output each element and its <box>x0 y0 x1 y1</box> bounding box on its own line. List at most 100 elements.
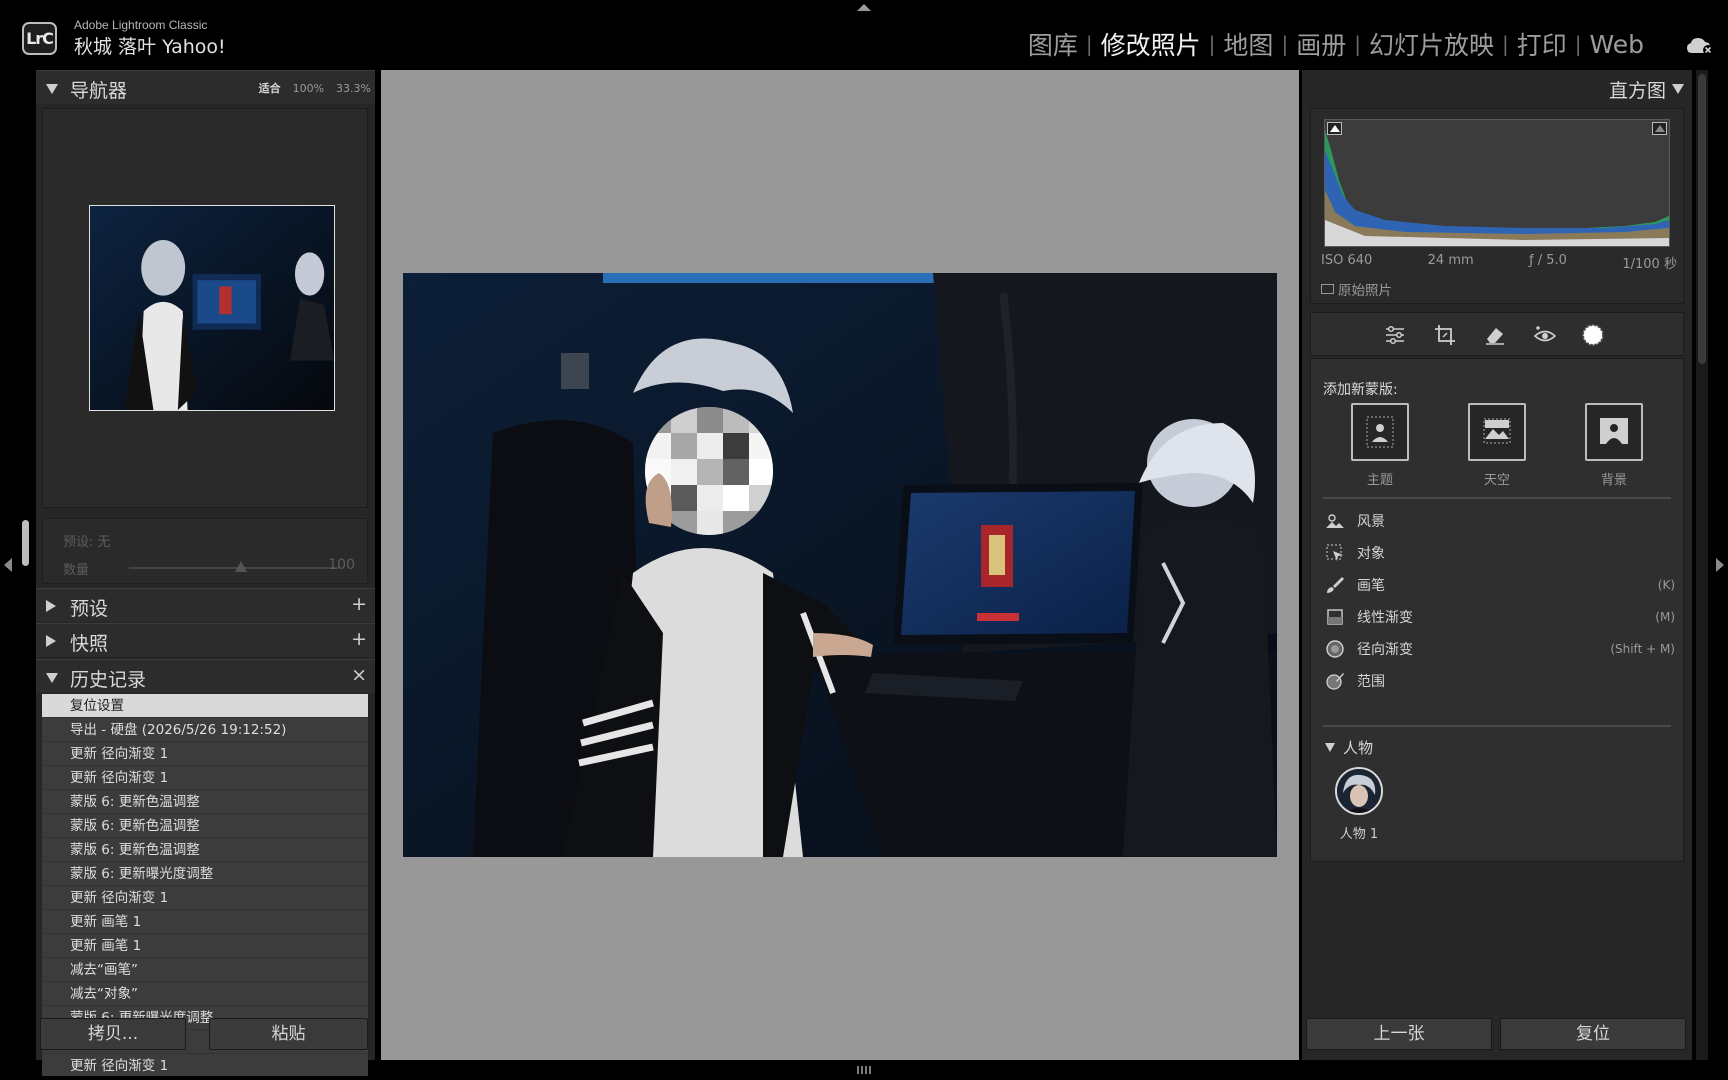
zoom-custom-option[interactable]: 33.3% <box>336 82 371 95</box>
module-print[interactable]: 打印 <box>1509 26 1575 62</box>
mask-tool-label: 画笔 <box>1357 578 1385 594</box>
mask-tool-range[interactable]: 范围 <box>1325 669 1675 693</box>
navigator-header[interactable]: 导航器 适合 100% 33.3% <box>36 70 375 104</box>
clear-history-button[interactable]: × <box>351 664 367 686</box>
module-separator: | <box>1085 32 1093 56</box>
right-panel: 直方图 ISO 640 24 mm ƒ / 5.0 1/100 秒 原始照片 添… <box>1302 70 1692 1060</box>
mask-tool-label: 径向渐变 <box>1357 642 1413 658</box>
top-bar: LrC Adobe Lightroom Classic 秋城 落叶 Yahoo!… <box>0 0 1728 68</box>
sky-icon <box>1483 418 1511 444</box>
history-item[interactable]: 减去“画笔” <box>42 958 368 982</box>
history-item[interactable]: 更新 径向渐变 1 <box>42 742 368 766</box>
mask-tool-shortcut: (K) <box>1657 578 1675 592</box>
mask-background-label: 背景 <box>1600 473 1627 488</box>
right-panel-scrollbar[interactable] <box>1696 70 1708 1060</box>
copy-settings-button[interactable]: 拷贝... <box>40 1018 186 1050</box>
expanded-triangle-icon <box>46 84 58 94</box>
history-item[interactable]: 更新 画笔 1 <box>42 910 368 934</box>
collapse-left-panel-arrow-icon[interactable] <box>4 558 12 572</box>
histogram-title[interactable]: 直方图 <box>1609 76 1666 103</box>
mask-tool-label: 线性渐变 <box>1357 610 1413 626</box>
mask-tool-landscape[interactable]: 风景 <box>1325 509 1675 533</box>
add-new-mask-label: 添加新蒙版: <box>1323 382 1398 398</box>
filmstrip-toggle-grip[interactable] <box>857 1066 873 1074</box>
mask-tool-radial-gradient[interactable]: 径向渐变 (Shift + M) <box>1325 637 1675 661</box>
lrc-logo: LrC <box>22 22 57 55</box>
module-develop[interactable]: 修改照片 <box>1093 26 1209 62</box>
paste-settings-button[interactable]: 粘贴 <box>209 1018 368 1050</box>
mask-tool-linear-gradient[interactable]: 线性渐变 (M) <box>1325 605 1675 629</box>
module-library[interactable]: 图库 <box>1020 26 1086 62</box>
collapsed-triangle-icon <box>46 635 56 647</box>
main-photo[interactable] <box>403 273 1277 857</box>
original-photo-toggle[interactable]: 原始照片 <box>1321 279 1392 299</box>
module-separator: | <box>1501 32 1509 56</box>
brush-icon <box>1327 577 1344 593</box>
background-icon <box>1600 418 1628 444</box>
navigator-thumbnail-image <box>90 206 334 410</box>
history-item[interactable]: 更新 径向渐变 1 <box>42 886 368 910</box>
shadow-clipping-icon[interactable] <box>1327 122 1342 135</box>
mask-tool-brush[interactable]: 画笔 (K) <box>1325 573 1675 597</box>
snapshots-header[interactable]: 快照 + <box>36 623 375 657</box>
red-eye-icon[interactable] <box>1533 323 1557 347</box>
histogram-collapse-triangle-icon[interactable] <box>1672 84 1684 94</box>
mask-divider <box>1323 725 1671 727</box>
edit-sliders-icon[interactable] <box>1383 323 1407 347</box>
amount-slider-knob[interactable] <box>235 561 247 572</box>
person-1-avatar[interactable] <box>1335 767 1383 815</box>
navigator-title: 导航器 <box>70 80 128 102</box>
reset-button[interactable]: 复位 <box>1500 1018 1686 1050</box>
mask-sky-button[interactable] <box>1468 403 1526 461</box>
object-icon <box>1326 544 1343 561</box>
history-item[interactable]: 更新 径向渐变 1 <box>42 1054 368 1076</box>
add-snapshot-button[interactable]: + <box>351 628 367 650</box>
history-header[interactable]: 历史记录 × <box>36 659 375 693</box>
history-item[interactable]: 蒙版 6: 更新色温调整 <box>42 790 368 814</box>
presets-title: 预设 <box>70 598 109 620</box>
module-separator: | <box>1281 32 1289 56</box>
add-preset-button[interactable]: + <box>351 593 367 615</box>
people-section-header[interactable]: 人物 <box>1325 737 1373 758</box>
mask-tool-object[interactable]: 对象 <box>1325 541 1675 565</box>
zoom-100-option[interactable]: 100% <box>293 82 324 95</box>
collapse-top-panel-arrow-icon[interactable] <box>857 4 871 11</box>
preset-amount-panel: 预设: 无 数量 100 <box>42 518 368 584</box>
history-item[interactable]: 导出 - 硬盘 (2026/5/26 19:12:52) <box>42 718 368 742</box>
presets-header[interactable]: 预设 + <box>36 588 375 622</box>
mask-subject-button[interactable] <box>1351 403 1409 461</box>
navigator-thumbnail[interactable] <box>89 205 335 411</box>
navigator-zoom-options: 适合 100% 33.3% <box>259 80 371 96</box>
right-panel-scroll-thumb[interactable] <box>1698 74 1706 364</box>
mask-background-button[interactable] <box>1585 403 1643 461</box>
module-map[interactable]: 地图 <box>1215 26 1281 62</box>
zoom-fit-option[interactable]: 适合 <box>259 80 281 96</box>
module-web[interactable]: Web <box>1581 30 1652 59</box>
left-panel-scrollbar[interactable] <box>22 520 29 566</box>
histogram-graph[interactable] <box>1324 119 1670 247</box>
module-book[interactable]: 画册 <box>1288 26 1354 62</box>
mask-divider <box>1323 497 1671 499</box>
original-photo-checkbox[interactable] <box>1321 284 1334 294</box>
eraser-heal-icon[interactable] <box>1483 323 1507 347</box>
collapse-right-panel-arrow-icon[interactable] <box>1716 558 1724 572</box>
history-item[interactable]: 复位设置 <box>42 694 368 718</box>
people-title: 人物 <box>1343 739 1374 757</box>
history-item[interactable]: 蒙版 6: 更新曝光度调整 <box>42 862 368 886</box>
module-slideshow[interactable]: 幻灯片放映 <box>1361 26 1502 62</box>
mask-subject-label: 主题 <box>1366 473 1393 488</box>
history-item[interactable]: 蒙版 6: 更新色温调整 <box>42 814 368 838</box>
histogram-panel: ISO 640 24 mm ƒ / 5.0 1/100 秒 原始照片 <box>1310 108 1684 304</box>
cloud-sync-icon[interactable] <box>1686 36 1714 56</box>
highlight-clipping-icon[interactable] <box>1652 122 1667 135</box>
masking-icon[interactable] <box>1581 323 1605 347</box>
history-item[interactable]: 蒙版 6: 更新色温调整 <box>42 838 368 862</box>
amount-slider-track[interactable] <box>129 567 339 569</box>
crop-icon[interactable] <box>1433 323 1457 347</box>
history-item[interactable]: 更新 画笔 1 <box>42 934 368 958</box>
amount-value[interactable]: 100 <box>328 557 355 573</box>
history-item[interactable]: 更新 径向渐变 1 <box>42 766 368 790</box>
landscape-icon <box>1326 514 1344 528</box>
previous-settings-button[interactable]: 上一张 <box>1306 1018 1492 1050</box>
history-item[interactable]: 减去“对象” <box>42 982 368 1006</box>
